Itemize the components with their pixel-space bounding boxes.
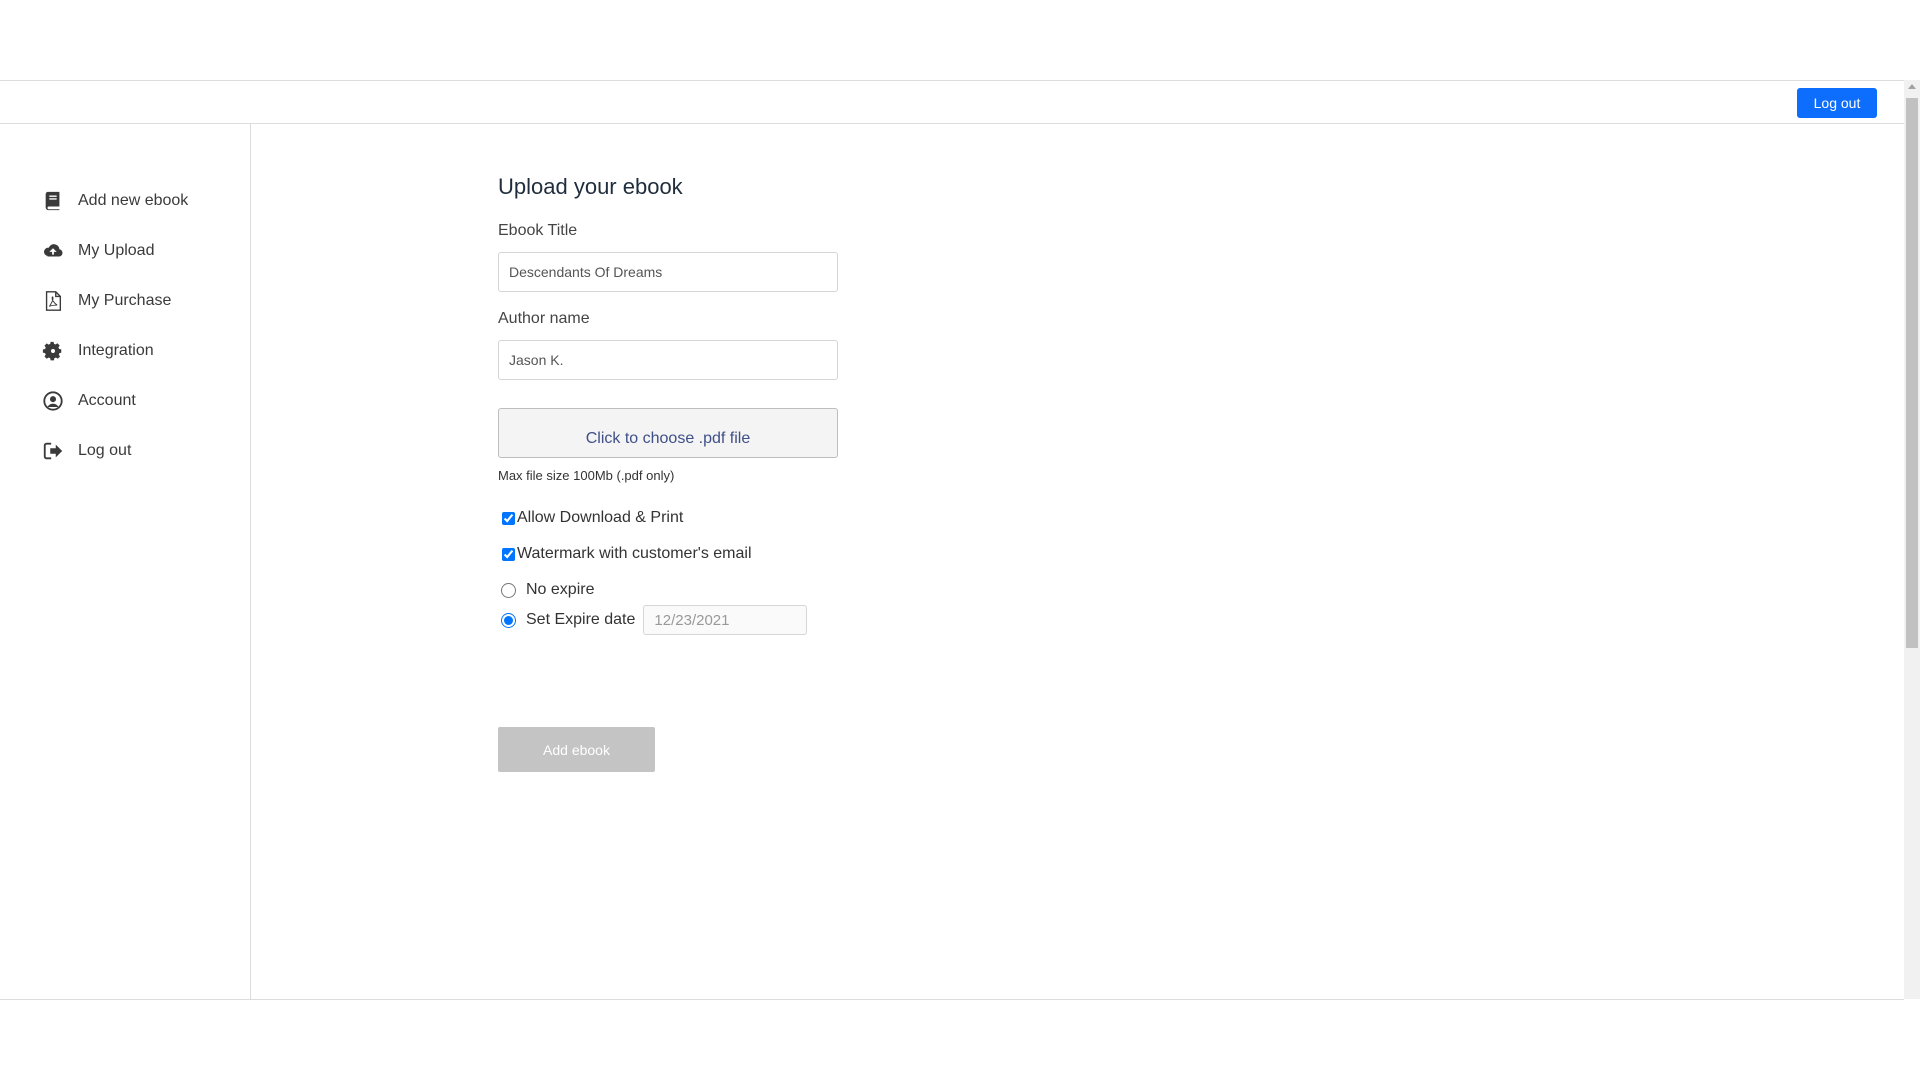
- choose-pdf-file-button[interactable]: Click to choose .pdf file: [498, 408, 838, 458]
- sidebar-item-label: Add new ebook: [78, 192, 189, 209]
- sidebar-item-account[interactable]: Account: [0, 376, 250, 426]
- file-size-hint: Max file size 100Mb (.pdf only): [498, 468, 675, 483]
- sidebar-item-my-purchase[interactable]: My Purchase: [0, 276, 250, 326]
- expire-date-input[interactable]: [643, 605, 808, 635]
- book-icon: [42, 190, 64, 212]
- sidebar: Add new ebook My Upload My Purchase Inte…: [0, 124, 251, 999]
- watermark-checkbox[interactable]: [502, 547, 515, 561]
- allow-download-row: Allow Download & Print: [498, 505, 918, 531]
- main-content: Upload your ebook Ebook Title Author nam…: [251, 124, 1904, 999]
- top-navbar: Log out: [0, 80, 1904, 124]
- set-expire-row: Set Expire date: [498, 605, 918, 635]
- gear-icon: [42, 340, 64, 362]
- form-title: Upload your ebook: [498, 174, 683, 199]
- sidebar-item-add-new-ebook[interactable]: Add new ebook: [0, 176, 250, 226]
- author-name-input[interactable]: [498, 340, 838, 380]
- header-logout-button[interactable]: Log out: [1797, 88, 1877, 118]
- no-expire-row: No expire: [498, 577, 918, 603]
- sidebar-item-label: Log out: [78, 442, 132, 459]
- allow-download-checkbox[interactable]: [502, 511, 515, 525]
- footer-divider: [0, 999, 1904, 1000]
- add-ebook-button[interactable]: Add ebook: [498, 727, 655, 772]
- body-area: Add new ebook My Upload My Purchase Inte…: [0, 124, 1904, 999]
- allow-download-label: Allow Download & Print: [517, 509, 684, 526]
- no-expire-label: No expire: [526, 581, 595, 598]
- user-circle-icon: [42, 390, 64, 412]
- watermark-label: Watermark with customer's email: [517, 545, 752, 562]
- top-blank-area: [0, 0, 1920, 80]
- ebook-title-input[interactable]: [498, 252, 838, 292]
- ebook-title-label: Ebook Title: [498, 222, 578, 239]
- set-expire-radio[interactable]: [501, 612, 516, 628]
- cloud-upload-icon: [42, 240, 64, 262]
- app-window: Log out Add new ebook My Upload My Purch…: [0, 0, 1920, 1080]
- watermark-row: Watermark with customer's email: [498, 541, 918, 567]
- sidebar-item-label: My Purchase: [78, 292, 172, 309]
- sign-out-icon: [42, 440, 64, 462]
- sidebar-item-integration[interactable]: Integration: [0, 326, 250, 376]
- pdf-file-icon: [42, 290, 64, 312]
- author-name-label: Author name: [498, 310, 590, 327]
- scroll-up-arrow-icon[interactable]: [1908, 84, 1916, 89]
- scrollbar-thumb[interactable]: [1906, 98, 1918, 648]
- upload-ebook-form: Upload your ebook Ebook Title Author nam…: [498, 174, 918, 772]
- sidebar-item-label: Integration: [78, 342, 154, 359]
- sidebar-item-log-out[interactable]: Log out: [0, 426, 250, 476]
- sidebar-item-label: My Upload: [78, 242, 155, 259]
- sidebar-item-label: Account: [78, 392, 136, 409]
- sidebar-item-my-upload[interactable]: My Upload: [0, 226, 250, 276]
- no-expire-radio[interactable]: [501, 582, 516, 598]
- page-scrollbar[interactable]: [1904, 80, 1920, 999]
- set-expire-label: Set Expire date: [526, 611, 636, 628]
